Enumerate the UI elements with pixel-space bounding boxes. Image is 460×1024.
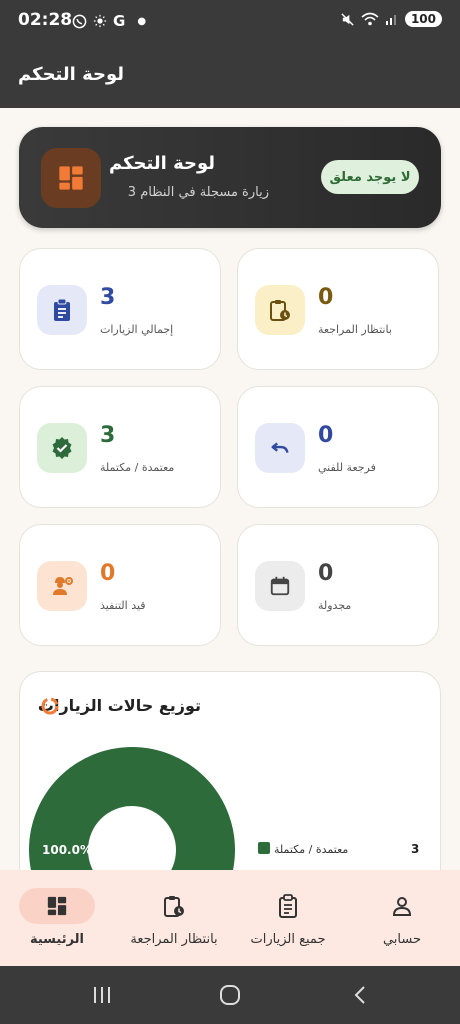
dashboard-icon bbox=[47, 896, 67, 916]
stat-card-returned[interactable]: 0 فرجعة للفني bbox=[237, 386, 439, 508]
nav-active-indicator bbox=[19, 888, 95, 924]
stat-icon-box bbox=[255, 285, 305, 335]
sun-icon bbox=[93, 14, 107, 28]
nav-item-home[interactable]: الرئيسية bbox=[19, 870, 95, 966]
stat-value: 3 bbox=[100, 423, 116, 448]
pie-chart bbox=[29, 747, 235, 871]
nav-icon-wrap bbox=[250, 888, 326, 924]
pending-icon bbox=[164, 896, 184, 917]
nav-item-all-visits[interactable]: جميع الزيارات bbox=[243, 870, 333, 966]
hero-title: لوحة التحكم bbox=[108, 153, 215, 174]
mute-icon bbox=[341, 12, 354, 26]
nav-item-account[interactable]: حسابي bbox=[364, 870, 440, 966]
visit-status-chart-card: توزيع حالات الزيارات 100.0% معتمدة / مكت… bbox=[19, 671, 441, 871]
whatsapp-icon bbox=[72, 14, 87, 28]
stat-icon-box bbox=[255, 561, 305, 611]
legend-value: 3 bbox=[411, 842, 420, 856]
stat-card-pending-review[interactable]: 0 بانتظار المراجعة bbox=[237, 248, 439, 370]
calendar-icon bbox=[270, 576, 290, 596]
stat-icon-box bbox=[255, 423, 305, 473]
stat-label: إجمالي الزيارات bbox=[100, 323, 174, 336]
undo-icon bbox=[271, 442, 289, 453]
clipboard-icon bbox=[54, 298, 70, 321]
stat-card-total-visits[interactable]: 3 إجمالي الزيارات bbox=[19, 248, 221, 370]
stat-label: معتمدة / مكتملة bbox=[100, 461, 175, 474]
home-icon[interactable] bbox=[219, 984, 241, 1006]
stat-label: قيد التنفيذ bbox=[100, 599, 146, 612]
app-title: لوحة التحكم bbox=[18, 64, 125, 85]
hero-subtitle: زيارة مسجلة في النظام 3 bbox=[127, 185, 269, 200]
clipboard-icon bbox=[279, 894, 297, 918]
status-bar: 02:28 G ● 100 bbox=[0, 0, 460, 42]
nav-icon-wrap bbox=[136, 888, 212, 924]
dot-icon: ● bbox=[137, 15, 147, 27]
hero-icon-box bbox=[41, 148, 101, 208]
nav-label: الرئيسية bbox=[29, 932, 85, 947]
pending-icon bbox=[270, 300, 290, 321]
stat-value: 0 bbox=[318, 423, 334, 448]
person-icon bbox=[392, 897, 412, 916]
stat-value: 3 bbox=[100, 285, 116, 310]
nav-item-pending-review[interactable]: بانتظار المراجعة bbox=[124, 870, 224, 966]
verified-icon bbox=[52, 437, 72, 459]
back-icon[interactable] bbox=[350, 984, 372, 1006]
g-icon: G bbox=[113, 12, 126, 30]
stat-label: مجدولة bbox=[318, 599, 352, 612]
nav-icon-wrap bbox=[364, 888, 440, 924]
worker-icon bbox=[53, 577, 73, 595]
stat-icon-box bbox=[37, 423, 87, 473]
slice-percent-label: 100.0% bbox=[42, 843, 92, 857]
nav-label: حسابي bbox=[382, 932, 422, 947]
stat-value: 0 bbox=[318, 285, 334, 310]
stat-value: 0 bbox=[100, 561, 116, 586]
dashboard-hero-card: لا يوجد معلق لوحة التحكم زيارة مسجلة في … bbox=[19, 127, 441, 228]
stat-label: بانتظار المراجعة bbox=[318, 323, 392, 336]
status-left-icons: G ● bbox=[72, 12, 146, 30]
system-navigation-bar bbox=[0, 966, 460, 1024]
legend-swatch bbox=[258, 842, 270, 854]
nav-label: جميع الزيارات bbox=[250, 932, 326, 947]
dashboard-icon bbox=[59, 166, 83, 190]
nav-label: بانتظار المراجعة bbox=[130, 932, 218, 947]
legend-label: معتمدة / مكتملة bbox=[274, 843, 349, 856]
recent-apps-icon[interactable] bbox=[91, 984, 113, 1006]
battery-indicator: 100 bbox=[404, 11, 442, 27]
stat-icon-box bbox=[37, 285, 87, 335]
app-bar: لوحة التحكم bbox=[0, 42, 460, 108]
stat-value: 0 bbox=[318, 561, 334, 586]
stat-card-scheduled[interactable]: 0 مجدولة bbox=[237, 524, 439, 646]
stat-card-in-progress[interactable]: 0 قيد التنفيذ bbox=[19, 524, 221, 646]
stat-card-approved[interactable]: 3 معتمدة / مكتملة bbox=[19, 386, 221, 508]
stat-icon-box bbox=[37, 561, 87, 611]
status-right: 100 bbox=[340, 11, 442, 27]
bottom-navigation: الرئيسية بانتظار المراجعة جميع الزيارات … bbox=[0, 870, 460, 966]
wifi-icon bbox=[361, 12, 379, 25]
pending-status-badge: لا يوجد معلق bbox=[321, 160, 419, 194]
status-time: 02:28 bbox=[18, 10, 73, 30]
stat-label: فرجعة للفني bbox=[318, 461, 376, 474]
signal-icon bbox=[385, 15, 396, 25]
